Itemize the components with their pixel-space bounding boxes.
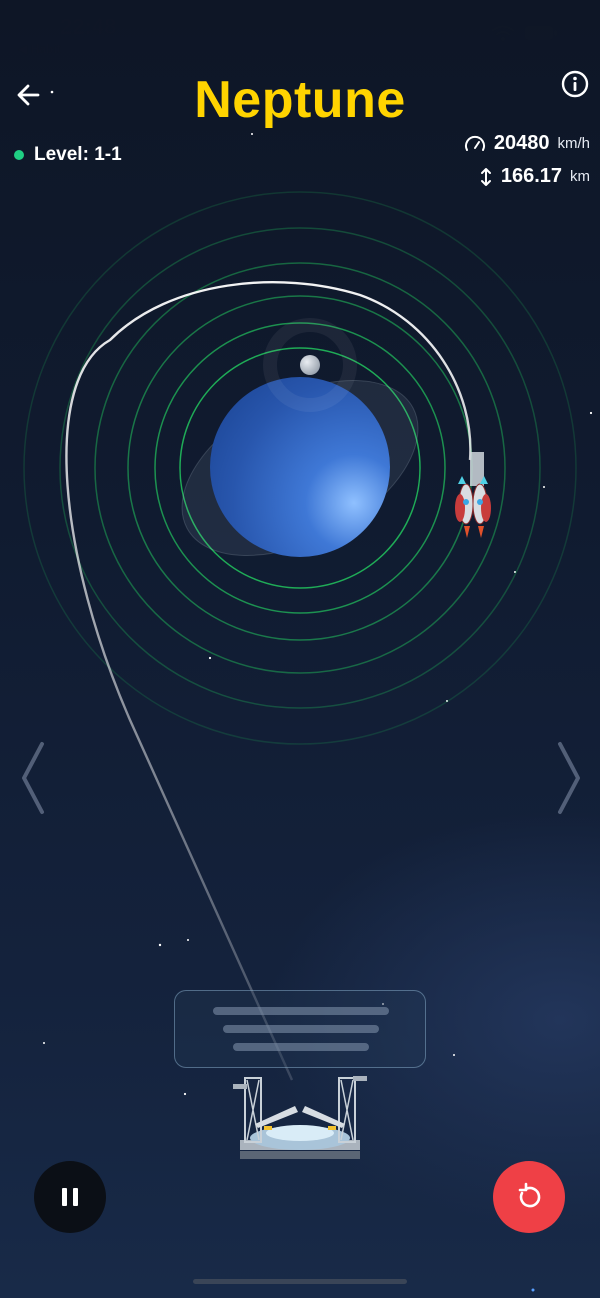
moon (300, 355, 320, 375)
altitude-unit: km (570, 168, 590, 185)
chevron-left-icon (22, 742, 44, 814)
status-back-link[interactable]: ◀ Habit (18, 42, 61, 56)
page-title: Neptune (194, 71, 406, 129)
pause-button[interactable] (34, 1161, 106, 1233)
level-label: Level: 1-1 (34, 144, 122, 165)
speed-value: 20480 (493, 132, 550, 154)
speedometer-icon (464, 135, 485, 151)
level-indicator: Level: 1-1 (14, 144, 122, 166)
rocket (455, 452, 491, 538)
status-bar: 22:48 ◀ Habit (0, 0, 600, 56)
restart-button[interactable] (493, 1161, 565, 1233)
level-status-dot (14, 150, 24, 160)
pause-icon (62, 1188, 78, 1206)
next-level-button[interactable] (550, 738, 590, 818)
restart-icon (518, 1182, 541, 1208)
wifi-icon (491, 25, 515, 42)
status-time: 22:48 (60, 14, 117, 39)
chevron-right-icon (558, 742, 580, 814)
altitude-readout: 166.17 km (479, 165, 590, 188)
altitude-value: 166.17 (500, 165, 562, 187)
starfield (43, 90, 593, 1292)
vertical-arrows-icon (480, 167, 491, 186)
previous-level-button[interactable] (14, 738, 54, 818)
launch-pad (233, 1076, 367, 1159)
text-placeholder-lines (213, 1007, 389, 1051)
home-indicator (193, 1279, 407, 1284)
speed-unit: km/h (557, 135, 590, 152)
game-scene (23, 90, 593, 1292)
info-icon (561, 70, 589, 98)
speed-readout: 20480 km/h (464, 132, 590, 155)
info-button[interactable] (561, 70, 589, 98)
battery-icon (525, 26, 557, 40)
message-card (174, 990, 426, 1068)
